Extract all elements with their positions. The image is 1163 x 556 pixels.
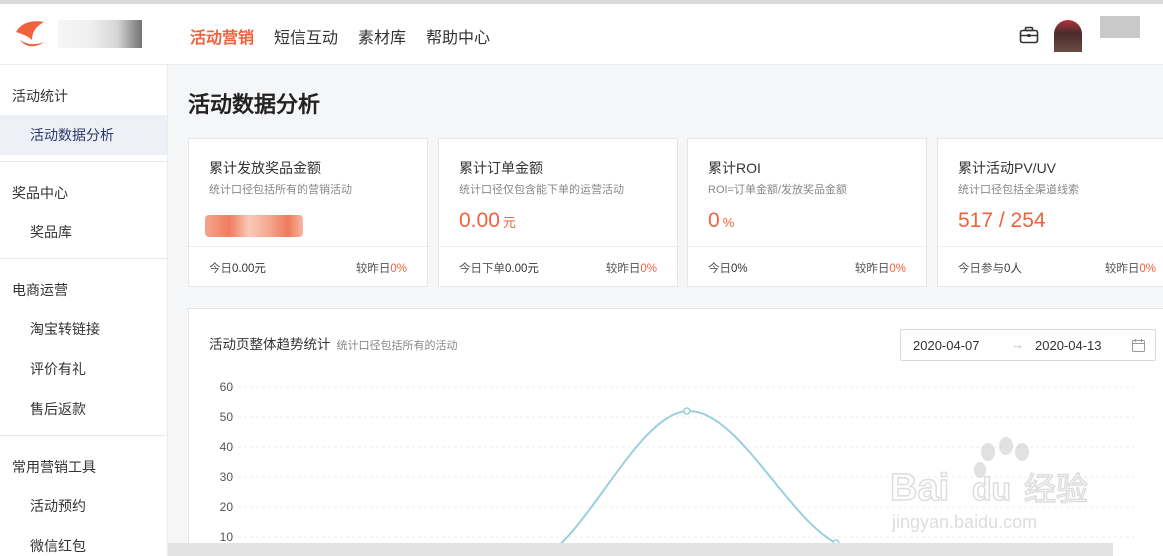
sidebar-item-after-sale-refund[interactable]: 售后返款 bbox=[0, 389, 167, 429]
page-title: 活动数据分析 bbox=[188, 92, 321, 117]
compare-yesterday: 较昨日0% bbox=[605, 263, 657, 275]
brand-name-redacted bbox=[58, 20, 142, 48]
card-value: 0.00 元 bbox=[459, 209, 516, 232]
card-title: 累计ROI bbox=[708, 160, 761, 176]
sidebar-group-title: 活动统计 bbox=[12, 88, 68, 104]
compare-yesterday: 较昨日0% bbox=[355, 263, 407, 275]
today-stat: 今日0.00元 bbox=[209, 263, 266, 275]
chart-title: 活动页整体趋势统计 统计口径包括所有的活动 bbox=[209, 337, 458, 352]
card-footer: 今日0% 较昨日0% bbox=[688, 246, 926, 286]
sidebar-item-activity-data-analysis[interactable]: 活动数据分析 bbox=[0, 115, 167, 155]
compare-yesterday: 较昨日0% bbox=[1104, 263, 1156, 275]
top-border bbox=[0, 0, 1163, 4]
compare-yesterday: 较昨日0% bbox=[854, 263, 906, 275]
horizontal-scrollbar[interactable] bbox=[168, 543, 1113, 556]
y-tick-label: 40 bbox=[220, 440, 234, 454]
calendar-icon[interactable] bbox=[1132, 339, 1145, 352]
sidebar-item-prize-library[interactable]: 奖品库 bbox=[0, 212, 167, 252]
nav-item-material-library[interactable]: 素材库 bbox=[358, 24, 406, 48]
sidebar-group-ecommerce: 电商运营 淘宝转链接 评价有礼 售后返款 bbox=[0, 259, 167, 436]
sidebar-item-review-gift[interactable]: 评价有礼 bbox=[0, 349, 167, 389]
trend-line-chart: 10 20 30 40 50 60 bbox=[220, 380, 1134, 556]
sidebar-group-marketing-tools: 常用营销工具 活动预约 微信红包 bbox=[0, 436, 167, 556]
sidebar-group-title: 奖品中心 bbox=[12, 185, 68, 201]
y-tick-label: 60 bbox=[220, 380, 234, 394]
card-value: 517 / 254 bbox=[958, 209, 1046, 232]
sidebar-group-activity-stats: 活动统计 活动数据分析 bbox=[0, 65, 167, 162]
date-range-picker[interactable]: 2020-04-07 → 2020-04-13 bbox=[900, 329, 1156, 361]
y-tick-label: 10 bbox=[220, 530, 234, 544]
series-line bbox=[239, 409, 874, 556]
nav-item-help-center[interactable]: 帮助中心 bbox=[426, 24, 490, 48]
arrow-right-icon: → bbox=[1011, 337, 1024, 352]
card-footer: 今日参与0人 较昨日0% bbox=[938, 246, 1163, 286]
chart-subtitle: 统计口径包括所有的活动 bbox=[336, 340, 458, 352]
card-value-redacted bbox=[205, 215, 303, 237]
top-navigation-bar: 活动营销 短信互动 素材库 帮助中心 bbox=[0, 0, 1163, 65]
data-point bbox=[683, 407, 691, 415]
stat-card-prize-amount: 累计发放奖品金额 统计口径包括所有的营销活动 今日0.00元 较昨日0% bbox=[188, 138, 428, 287]
avatar[interactable] bbox=[1054, 20, 1082, 52]
card-title: 累计发放奖品金额 bbox=[209, 160, 321, 176]
logo-icon[interactable] bbox=[14, 18, 48, 50]
username-redacted[interactable] bbox=[1100, 16, 1140, 38]
nav-item-activity-marketing[interactable]: 活动营销 bbox=[190, 24, 254, 48]
sidebar-item-wechat-redpacket[interactable]: 微信红包 bbox=[0, 526, 167, 556]
trend-chart-panel: 活动页整体趋势统计 统计口径包括所有的活动 2020-04-07 → 2020-0… bbox=[188, 308, 1163, 556]
y-tick-label: 50 bbox=[220, 410, 234, 424]
card-title: 累计订单金额 bbox=[459, 160, 543, 176]
main-nav: 活动营销 短信互动 素材库 帮助中心 bbox=[190, 24, 490, 48]
card-value: 0% bbox=[708, 209, 735, 232]
card-footer: 今日下单0.00元 较昨日0% bbox=[439, 246, 677, 286]
stat-card-pv-uv: 累计活动PV/UV 统计口径包括全渠道线索 517 / 254 今日参与0人 较… bbox=[937, 138, 1163, 287]
briefcase-icon[interactable] bbox=[1019, 26, 1039, 44]
card-title: 累计活动PV/UV bbox=[958, 160, 1057, 176]
sidebar-group-prize-center: 奖品中心 奖品库 bbox=[0, 162, 167, 259]
today-stat: 今日下单0.00元 bbox=[459, 263, 539, 275]
y-tick-label: 30 bbox=[220, 470, 234, 484]
card-subtitle: 统计口径包括全渠道线索 bbox=[958, 184, 1079, 196]
sidebar-item-activity-reservation[interactable]: 活动预约 bbox=[0, 486, 167, 526]
nav-item-sms-interaction[interactable]: 短信互动 bbox=[274, 24, 338, 48]
date-start-input[interactable]: 2020-04-07 bbox=[913, 338, 980, 353]
sidebar-item-taobao-link[interactable]: 淘宝转链接 bbox=[0, 309, 167, 349]
date-end-input[interactable]: 2020-04-13 bbox=[1035, 338, 1102, 353]
sidebar-group-title: 电商运营 bbox=[12, 282, 68, 298]
sidebar-group-title: 常用营销工具 bbox=[12, 459, 96, 475]
stat-card-roi: 累计ROI ROI=订单金额/发放奖品金额 0% 今日0% 较昨日0% bbox=[687, 138, 927, 287]
card-subtitle: 统计口径包括所有的营销活动 bbox=[209, 184, 352, 196]
today-stat: 今日0% bbox=[708, 263, 748, 275]
card-subtitle: 统计口径仅包含能下单的运营活动 bbox=[459, 184, 624, 196]
main-content: 活动数据分析 累计发放奖品金额 统计口径包括所有的营销活动 今日0.00元 较昨… bbox=[168, 65, 1163, 556]
today-stat: 今日参与0人 bbox=[958, 263, 1022, 275]
y-tick-label: 20 bbox=[220, 500, 234, 514]
stat-card-order-amount: 累计订单金额 统计口径仅包含能下单的运营活动 0.00 元 今日下单0.00元 较… bbox=[438, 138, 678, 287]
card-footer: 今日0.00元 较昨日0% bbox=[189, 246, 427, 286]
card-subtitle: ROI=订单金额/发放奖品金额 bbox=[708, 184, 848, 196]
sidebar: 活动统计 活动数据分析 奖品中心 奖品库 电商运营 淘宝转链接 评价有礼 售后返… bbox=[0, 65, 168, 556]
